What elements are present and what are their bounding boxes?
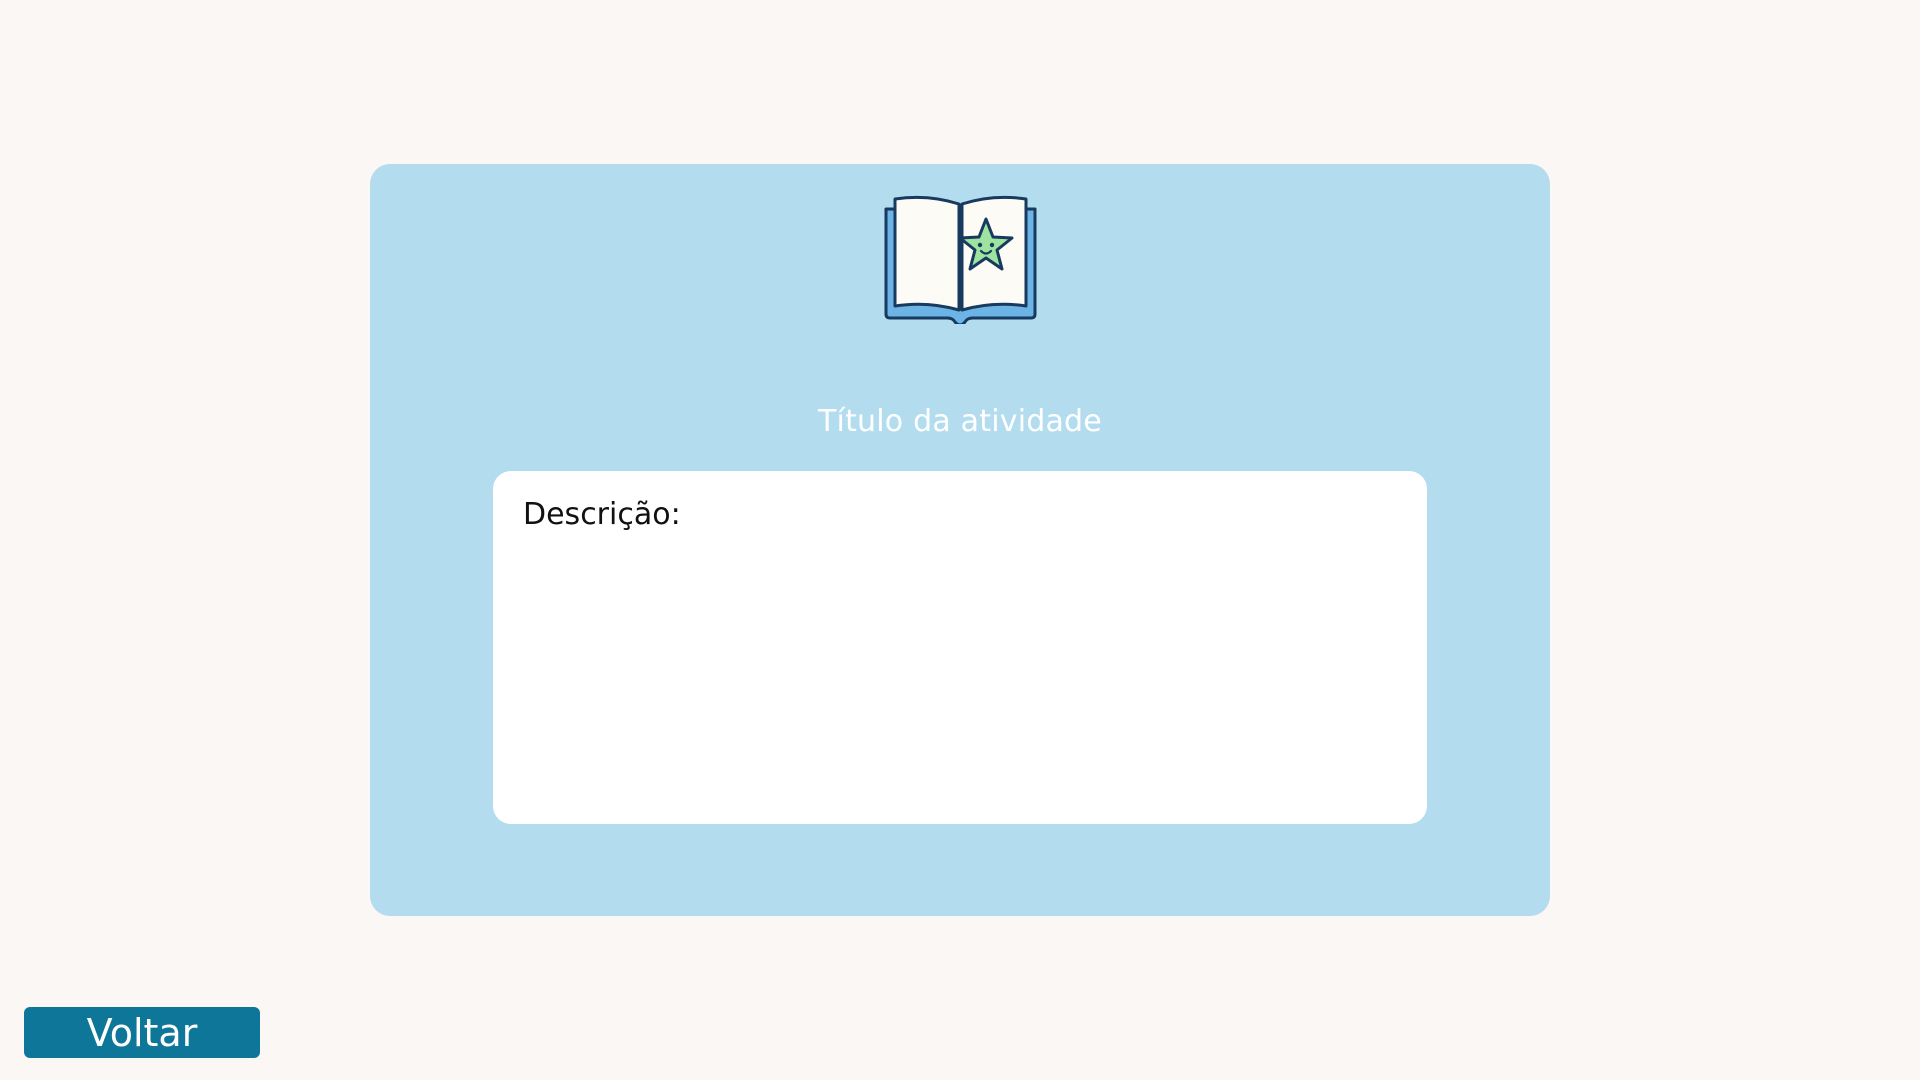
- description-label: Descrição:: [523, 497, 681, 532]
- back-button[interactable]: Voltar: [24, 1007, 260, 1058]
- activity-page: Título da atividade Descrição: Voltar: [0, 0, 1920, 1080]
- description-box: Descrição:: [493, 471, 1427, 824]
- activity-card: Título da atividade Descrição:: [370, 164, 1550, 916]
- activity-title: Título da atividade: [818, 404, 1102, 439]
- book-star-icon: [883, 194, 1038, 327]
